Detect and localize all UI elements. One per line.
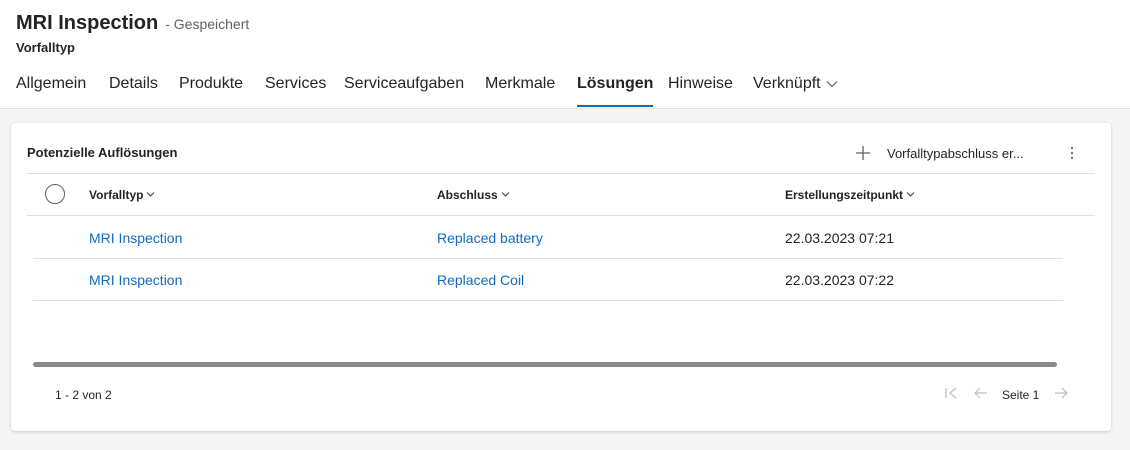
title-row: MRI Inspection - Gespeichert <box>16 12 249 35</box>
record-title: MRI Inspection <box>16 12 159 34</box>
subgrid-title: Potenzielle Auflösungen <box>27 145 178 160</box>
grid-header-row: Vorfalltyp Abschluss Erstellungszeitpunk… <box>27 174 1095 216</box>
vorfalltyp-link[interactable]: MRI Inspection <box>89 230 182 246</box>
column-header-abschluss[interactable]: Abschluss <box>437 188 510 202</box>
chevron-down-icon <box>826 80 838 88</box>
chevron-down-icon <box>501 192 510 197</box>
more-vertical-icon[interactable] <box>1063 143 1081 163</box>
table-row[interactable]: MRI Inspection Replaced Coil 22.03.2023 … <box>33 259 1063 301</box>
tab-serviceaufgaben[interactable]: Serviceaufgaben <box>344 70 464 108</box>
created-on-cell: 22.03.2023 07:22 <box>785 272 894 288</box>
save-status: - Gespeichert <box>165 16 250 32</box>
tab-allgemein[interactable]: Allgemein <box>16 70 86 108</box>
vorfalltyp-link[interactable]: MRI Inspection <box>89 272 182 288</box>
form-header: MRI Inspection - Gespeichert Vorfalltyp … <box>0 0 1130 109</box>
tab-bar: Allgemein Details Produkte Services Serv… <box>0 70 1130 109</box>
column-header-label: Abschluss <box>437 188 498 202</box>
tab-verknuepft[interactable]: Verknüpft <box>753 70 839 108</box>
tab-services[interactable]: Services <box>265 70 326 108</box>
add-resolution-button[interactable]: Vorfalltypabschluss er... <box>853 141 1024 165</box>
previous-page-icon[interactable] <box>971 383 991 403</box>
created-on-cell: 22.03.2023 07:21 <box>785 230 894 246</box>
tab-produkte[interactable]: Produkte <box>179 70 243 108</box>
entity-type-label: Vorfalltyp <box>16 40 75 55</box>
select-all-checkbox[interactable] <box>45 184 65 204</box>
chevron-down-icon <box>906 192 915 197</box>
next-page-icon[interactable] <box>1051 383 1071 403</box>
tab-hinweise[interactable]: Hinweise <box>668 70 733 108</box>
chevron-down-icon <box>147 192 155 197</box>
plus-icon <box>856 146 870 160</box>
page-label: Seite 1 <box>1002 388 1040 402</box>
subgrid-card: Potenzielle Auflösungen Vorfalltypabschl… <box>11 123 1111 431</box>
tab-verknuepft-label: Verknüpft <box>753 75 821 92</box>
abschluss-link[interactable]: Replaced Coil <box>437 272 524 288</box>
abschluss-link[interactable]: Replaced battery <box>437 230 543 246</box>
first-page-icon[interactable] <box>941 383 961 403</box>
column-header-erstellungszeitpunkt[interactable]: Erstellungszeitpunkt <box>785 188 915 202</box>
column-header-label: Vorfalltyp <box>89 188 144 202</box>
column-header-vorfalltyp[interactable]: Vorfalltyp <box>89 188 155 202</box>
record-count: 1 - 2 von 2 <box>55 388 112 402</box>
add-resolution-label: Vorfalltypabschluss er... <box>887 145 1024 161</box>
column-header-label: Erstellungszeitpunkt <box>785 188 904 202</box>
tab-loesungen[interactable]: Lösungen <box>577 70 654 108</box>
tab-details[interactable]: Details <box>109 70 158 108</box>
table-row[interactable]: MRI Inspection Replaced battery 22.03.20… <box>33 217 1063 259</box>
tab-merkmale[interactable]: Merkmale <box>485 70 555 108</box>
horizontal-scrollbar[interactable] <box>33 362 1057 367</box>
